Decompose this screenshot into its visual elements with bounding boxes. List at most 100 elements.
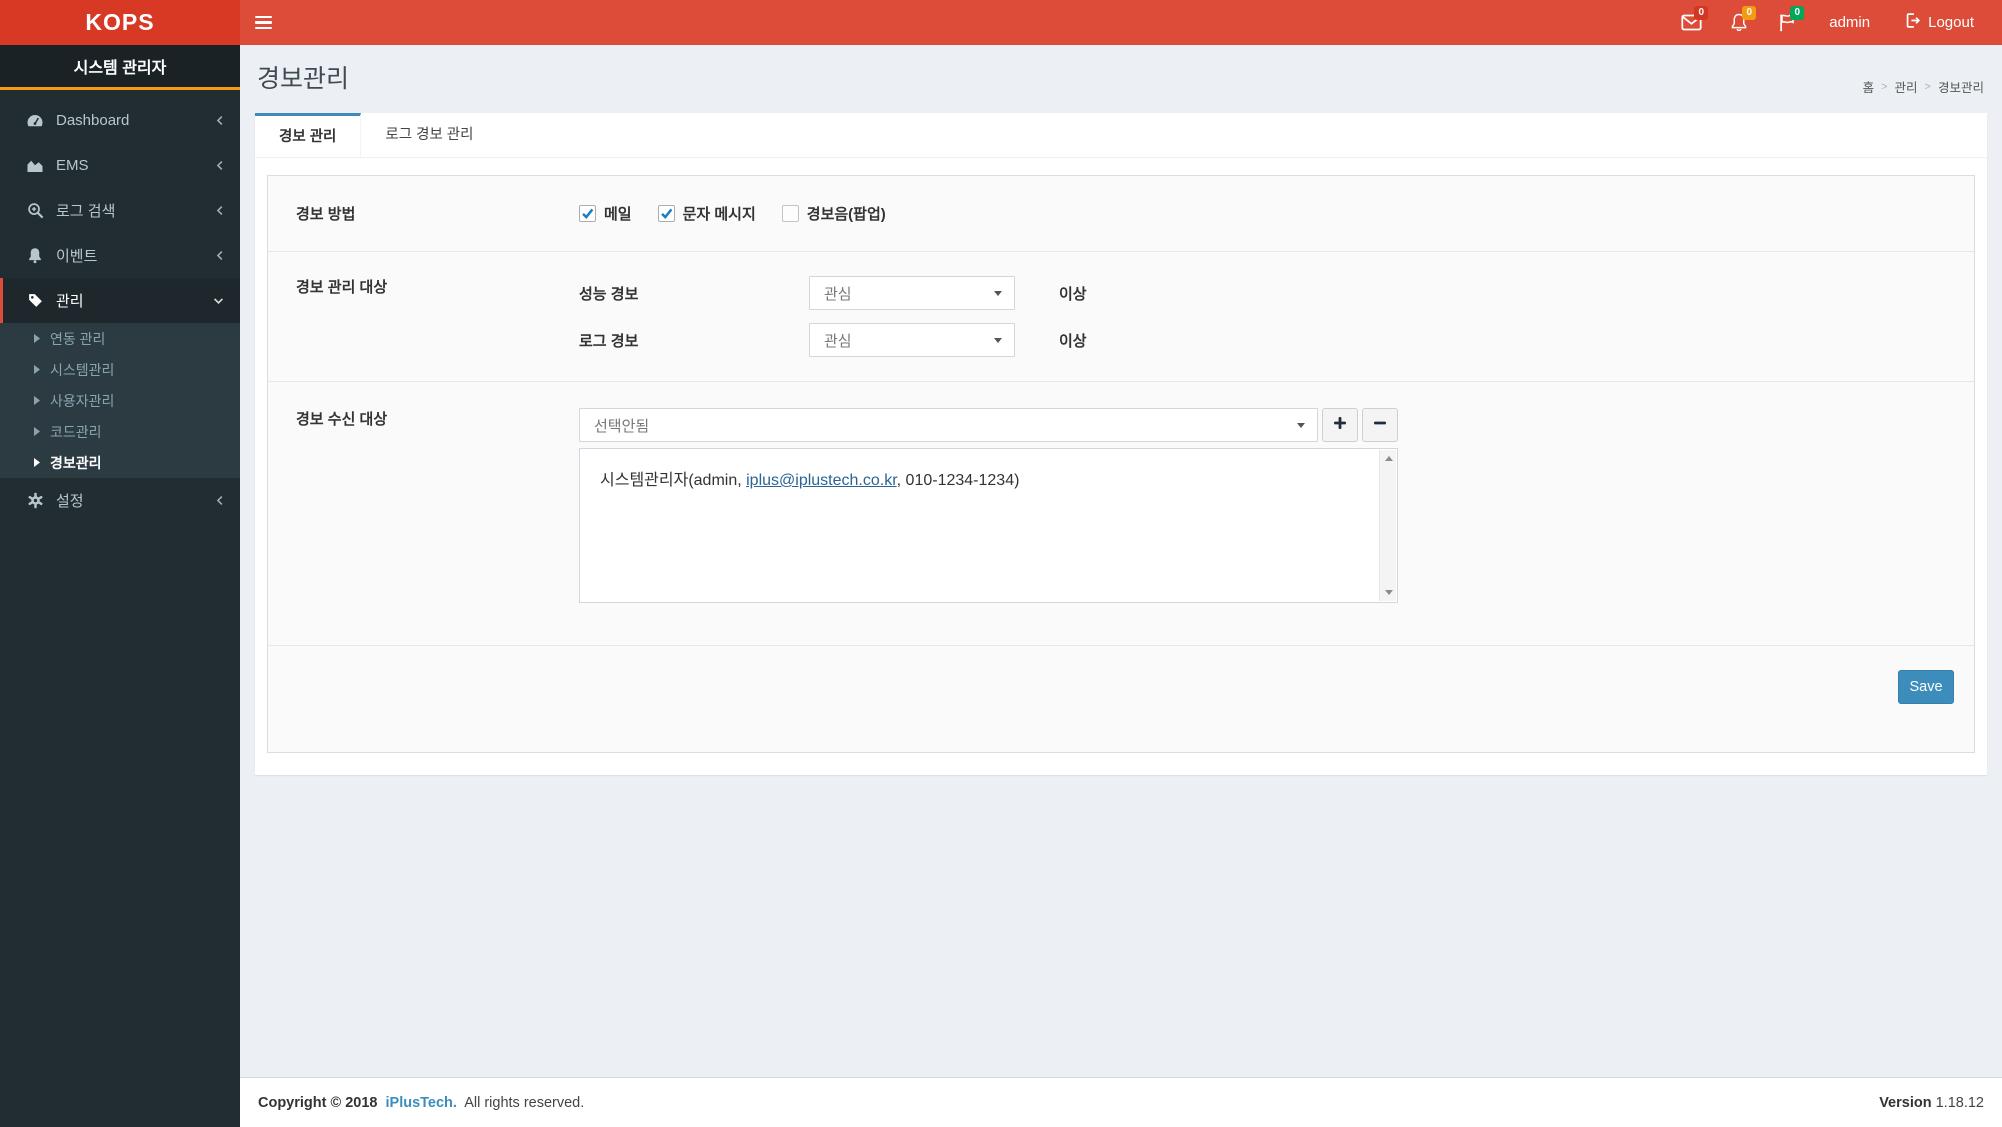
search-plus-icon <box>24 202 46 219</box>
sidebar-item-dashboard[interactable]: Dashboard <box>0 98 240 143</box>
minus-icon <box>1373 416 1387 435</box>
sidebar-subitem-system-management[interactable]: 시스템관리 <box>0 354 240 385</box>
logout-label: Logout <box>1928 14 1974 31</box>
caret-right-icon <box>34 334 40 343</box>
or-higher-label: 이상 <box>1059 332 1087 350</box>
receiver-list-item[interactable]: 시스템관리자(admin, iplus@iplustech.co.kr, 010… <box>580 449 1397 490</box>
select-value: 선택안됨 <box>594 417 650 435</box>
scrollbar[interactable] <box>1379 450 1396 601</box>
log-level-select[interactable]: 관심 <box>809 323 1015 357</box>
alert-settings-form: 경보 방법 메일 문자 메시지 경보음(팝업) 경보 관리 대상 성능 경보 관… <box>267 175 1975 753</box>
flags-badge: 0 <box>1790 6 1805 20</box>
checkbox-label: 문자 메시지 <box>682 206 756 223</box>
top-navbar: KOPS 0 0 0 admin Logout <box>0 0 2002 45</box>
scroll-down-icon[interactable] <box>1380 584 1397 601</box>
alert-method-label: 경보 방법 <box>296 206 356 223</box>
notifications-button[interactable]: 0 <box>1719 0 1759 45</box>
checkbox-icon <box>657 205 675 222</box>
chevron-left-icon <box>215 250 224 261</box>
plus-icon <box>1333 416 1347 435</box>
sidebar-subitem-label: 경보관리 <box>50 454 102 471</box>
sidebar-item-log-search[interactable]: 로그 검색 <box>0 188 240 233</box>
breadcrumb-home[interactable]: 홈 <box>1863 77 1875 96</box>
select-caret-icon <box>994 337 1002 343</box>
receiver-text: 시스템관리자(admin, <box>600 472 747 489</box>
sidebar-subitem-label: 코드관리 <box>50 423 102 440</box>
caret-right-icon <box>34 427 40 436</box>
sidebar-toggle-button[interactable] <box>240 0 286 45</box>
alert-management-widget: 경보 관리 로그 경보 관리 경보 방법 메일 문자 메시지 경보음(팝업) 경… <box>255 113 1987 775</box>
checkbox-icon <box>579 205 596 222</box>
breadcrumb-separator: > <box>1881 80 1888 93</box>
brand-logo[interactable]: KOPS <box>0 0 240 45</box>
receiver-text: , 010-1234-1234) <box>896 472 1020 489</box>
logout-button[interactable]: Logout <box>1892 0 1986 45</box>
gear-icon <box>24 492 46 509</box>
footer-rights: All rights reserved. <box>464 1094 585 1111</box>
save-button[interactable]: Save <box>1898 670 1954 704</box>
management-submenu: 연동 관리 시스템관리 사용자관리 코드관리 경보관리 <box>0 323 240 478</box>
add-receiver-button[interactable] <box>1322 408 1358 442</box>
sidebar-role-title: 시스템 관리자 <box>0 45 240 90</box>
sidebar-item-management[interactable]: 관리 <box>0 278 240 323</box>
bell-icon <box>24 247 46 264</box>
flags-button[interactable]: 0 <box>1767 0 1807 45</box>
or-higher-label: 이상 <box>1059 285 1087 303</box>
receiver-list: 시스템관리자(admin, iplus@iplustech.co.kr, 010… <box>579 448 1398 603</box>
footer-company-link[interactable]: iPlusTech. <box>386 1095 457 1111</box>
receiver-select[interactable]: 선택안됨 <box>579 408 1318 442</box>
sidebar: 시스템 관리자 Dashboard EMS 로그 검색 이벤트 관리 연동 관리… <box>0 45 240 1127</box>
sidebar-item-events[interactable]: 이벤트 <box>0 233 240 278</box>
checkbox-label: 메일 <box>604 206 632 223</box>
sidebar-subitem-label: 연동 관리 <box>50 330 106 347</box>
caret-right-icon <box>34 396 40 405</box>
footer: Copyright © 2018 iPlusTech. All rights r… <box>240 1077 2002 1127</box>
footer-copyright: Copyright © 2018 <box>258 1094 378 1111</box>
tag-icon <box>24 292 46 309</box>
hamburger-icon <box>254 15 272 30</box>
page-title: 경보관리 <box>257 65 350 93</box>
sidebar-item-settings[interactable]: 설정 <box>0 478 240 523</box>
sidebar-item-label: 설정 <box>56 493 84 510</box>
log-alert-label: 로그 경보 <box>579 332 639 350</box>
sidebar-subitem-link-management[interactable]: 연동 관리 <box>0 323 240 354</box>
select-value: 관심 <box>824 332 852 350</box>
checkbox-label: 경보음(팝업) <box>806 206 886 223</box>
tab-log-alert-management[interactable]: 로그 경보 관리 <box>361 113 497 157</box>
chevron-down-icon <box>213 296 224 305</box>
sidebar-item-ems[interactable]: EMS <box>0 143 240 188</box>
breadcrumb-section[interactable]: 관리 <box>1895 77 1918 96</box>
sidebar-subitem-label: 시스템관리 <box>50 361 115 378</box>
dashboard-icon <box>24 113 46 129</box>
checkbox-sms[interactable]: 문자 메시지 <box>657 203 756 224</box>
sidebar-item-label: 로그 검색 <box>56 203 116 220</box>
area-chart-icon <box>24 158 46 174</box>
sidebar-subitem-label: 사용자관리 <box>50 392 115 409</box>
checkbox-mail[interactable]: 메일 <box>579 203 632 224</box>
breadcrumb: 홈 > 관리 > 경보관리 <box>1863 77 1984 96</box>
alert-target-label: 경보 관리 대상 <box>296 279 388 296</box>
footer-version-value: 1.18.12 <box>1935 1094 1984 1111</box>
checkbox-alarm-popup[interactable]: 경보음(팝업) <box>781 203 886 224</box>
receiver-email-link[interactable]: iplus@iplustech.co.kr <box>746 472 897 489</box>
tab-alert-management[interactable]: 경보 관리 <box>255 113 362 157</box>
checkbox-icon <box>781 205 799 222</box>
remove-receiver-button[interactable] <box>1362 408 1398 442</box>
main-content: 경보관리 홈 > 관리 > 경보관리 경보 관리 로그 경보 관리 경보 방법 <box>240 45 2002 1077</box>
chevron-left-icon <box>215 495 224 506</box>
sidebar-subitem-code-management[interactable]: 코드관리 <box>0 416 240 447</box>
caret-right-icon <box>34 365 40 374</box>
messages-badge: 0 <box>1694 6 1709 20</box>
sidebar-subitem-alert-management[interactable]: 경보관리 <box>0 447 240 478</box>
sidebar-subitem-user-management[interactable]: 사용자관리 <box>0 385 240 416</box>
select-caret-icon <box>1297 422 1305 428</box>
alert-receiver-label: 경보 수신 대상 <box>296 411 388 428</box>
user-menu[interactable]: admin <box>1815 0 1884 45</box>
sidebar-item-label: 관리 <box>56 293 84 310</box>
logout-icon <box>1904 12 1921 33</box>
scroll-up-icon[interactable] <box>1380 450 1397 467</box>
performance-level-select[interactable]: 관심 <box>809 276 1015 310</box>
breadcrumb-separator: > <box>1924 80 1931 93</box>
messages-button[interactable]: 0 <box>1671 0 1711 45</box>
caret-right-icon <box>34 458 40 467</box>
